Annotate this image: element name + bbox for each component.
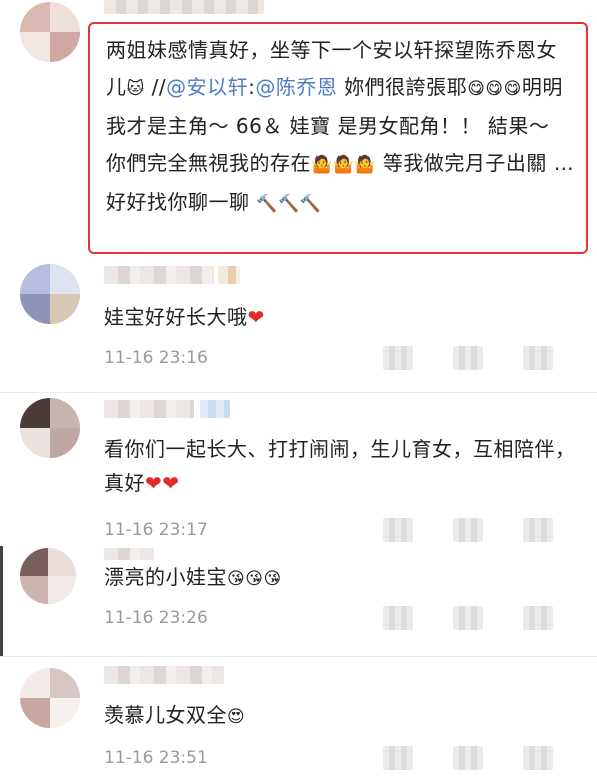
shrug-emoji-icon: 🤷🤷🤷	[311, 155, 377, 175]
avatar[interactable]	[20, 264, 80, 324]
comment-icon[interactable]	[453, 746, 483, 770]
repost-text: 两姐妹感情真好，坐等下一个安以轩探望陈乔恩女儿🐱 //@安以轩:@陈乔恩 妳們很…	[106, 32, 576, 223]
comment-actions	[383, 518, 583, 544]
comment-icon[interactable]	[453, 346, 483, 370]
comment-icon[interactable]	[453, 606, 483, 630]
heart-emoji-icon: ❤	[247, 305, 265, 329]
comment-actions	[383, 606, 583, 632]
comment-text: 羡慕儿女双全😍	[104, 698, 577, 734]
yum-emoji-icon: 😋😋😋	[467, 79, 522, 99]
share-icon[interactable]	[383, 606, 413, 630]
comment-item: 娃宝好好长大哦❤ 11-16 23:16	[0, 262, 597, 390]
kiss-emoji-icon: 😘😘😘	[227, 569, 282, 589]
heart-eyes-emoji-icon: 😍	[227, 707, 246, 727]
comment-actions	[383, 346, 583, 372]
timestamp: 11-16 23:16	[104, 348, 208, 368]
divider	[0, 656, 597, 657]
heart-emoji-icon: ❤❤	[145, 471, 180, 495]
mention-link-1[interactable]: @安以轩	[166, 75, 248, 99]
mention-link-2[interactable]: @陈乔恩	[255, 75, 337, 99]
cat-emoji-icon: 🐱	[126, 79, 145, 99]
comment-text: 看你们一起长大、打打闹闹，生儿育女，互相陪伴，真好❤❤	[104, 432, 577, 500]
repost-sep: //	[144, 75, 167, 99]
username-blurred[interactable]	[104, 400, 194, 418]
avatar[interactable]	[20, 398, 80, 458]
left-edge	[0, 546, 3, 656]
timestamp: 11-16 23:51	[104, 748, 208, 768]
like-icon[interactable]	[523, 746, 553, 770]
comment-text: 漂亮的小娃宝😘😘😘	[104, 560, 577, 596]
hammer-emoji-icon: 🔨🔨🔨	[256, 194, 322, 214]
comment-icon[interactable]	[453, 518, 483, 542]
comment-body: 娃宝好好长大哦	[104, 305, 248, 329]
avatar[interactable]	[20, 548, 76, 604]
username-blurred[interactable]	[104, 548, 154, 560]
avatar[interactable]	[20, 2, 80, 62]
like-icon[interactable]	[523, 606, 553, 630]
share-icon[interactable]	[383, 746, 413, 770]
comment-actions	[383, 746, 583, 772]
user-badge	[218, 266, 240, 284]
comment-item: 漂亮的小娃宝😘😘😘 11-16 23:26	[0, 546, 597, 656]
like-icon[interactable]	[523, 518, 553, 542]
timestamp: 11-16 23:17	[104, 520, 208, 540]
avatar[interactable]	[20, 668, 80, 728]
share-icon[interactable]	[383, 346, 413, 370]
comment-text: 娃宝好好长大哦❤	[104, 300, 577, 334]
comment-body: 羡慕儿女双全	[104, 703, 227, 727]
username-blurred[interactable]	[104, 666, 224, 684]
username-blurred[interactable]	[104, 0, 264, 14]
timestamp: 11-16 23:26	[104, 608, 208, 628]
comment-main: 两姐妹感情真好，坐等下一个安以轩探望陈乔恩女儿🐱 //@安以轩:@陈乔恩 妳們很…	[0, 0, 597, 262]
comment-item: 看你们一起长大、打打闹闹，生儿育女，互相陪伴，真好❤❤ 11-16 23:17	[0, 394, 597, 544]
comment-body: 漂亮的小娃宝	[104, 565, 227, 589]
repost-text-b: 妳們很誇張耶	[337, 75, 468, 99]
like-icon[interactable]	[523, 346, 553, 370]
divider	[0, 392, 597, 393]
share-icon[interactable]	[383, 518, 413, 542]
user-badge	[200, 400, 230, 418]
username-blurred[interactable]	[104, 266, 214, 284]
comment-item: 羡慕儿女双全😍 11-16 23:51	[0, 660, 597, 778]
